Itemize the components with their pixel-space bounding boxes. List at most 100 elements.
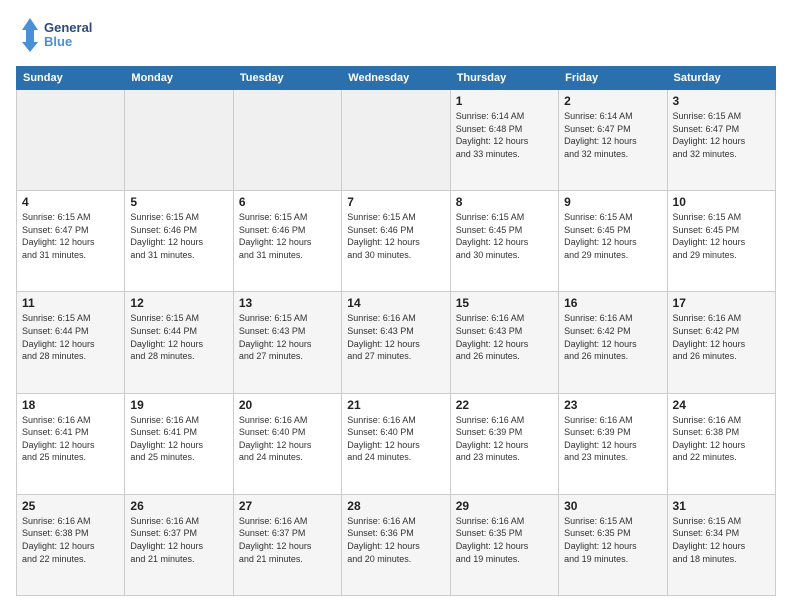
day-info: Sunrise: 6:15 AMSunset: 6:44 PMDaylight:… [130, 312, 227, 362]
calendar-cell: 30 Sunrise: 6:15 AMSunset: 6:35 PMDayligh… [559, 494, 667, 595]
calendar-cell: 6 Sunrise: 6:15 AMSunset: 6:46 PMDaylight… [233, 191, 341, 292]
day-info: Sunrise: 6:16 AMSunset: 6:43 PMDaylight:… [347, 312, 444, 362]
day-number: 16 [564, 296, 661, 310]
calendar-cell: 14 Sunrise: 6:16 AMSunset: 6:43 PMDayligh… [342, 292, 450, 393]
calendar-cell: 31 Sunrise: 6:15 AMSunset: 6:34 PMDayligh… [667, 494, 775, 595]
calendar-cell: 17Sunrise: 6:16 AMSunset: 6:42 PMDayligh… [667, 292, 775, 393]
calendar-cell: 20 Sunrise: 6:16 AMSunset: 6:40 PMDayligh… [233, 393, 341, 494]
day-info: Sunrise: 6:15 AMSunset: 6:45 PMDaylight:… [456, 211, 553, 261]
day-info: Sunrise: 6:15 AMSunset: 6:46 PMDaylight:… [239, 211, 336, 261]
calendar-cell: 16Sunrise: 6:16 AMSunset: 6:42 PMDayligh… [559, 292, 667, 393]
day-number: 30 [564, 499, 661, 513]
day-number: 18 [22, 398, 119, 412]
day-info: Sunrise: 6:15 AMSunset: 6:45 PMDaylight:… [673, 211, 770, 261]
day-number: 12 [130, 296, 227, 310]
day-number: 5 [130, 195, 227, 209]
day-info: Sunrise: 6:16 AMSunset: 6:39 PMDaylight:… [456, 414, 553, 464]
calendar-cell: 22 Sunrise: 6:16 AMSunset: 6:39 PMDayligh… [450, 393, 558, 494]
day-number: 8 [456, 195, 553, 209]
calendar-week-row: 1Sunrise: 6:14 AMSunset: 6:48 PMDaylight… [17, 90, 776, 191]
day-number: 25 [22, 499, 119, 513]
day-info: Sunrise: 6:15 AMSunset: 6:34 PMDaylight:… [673, 515, 770, 565]
calendar-cell [125, 90, 233, 191]
weekday-header: Monday [125, 67, 233, 90]
calendar-cell: 25 Sunrise: 6:16 AMSunset: 6:38 PMDayligh… [17, 494, 125, 595]
day-info: Sunrise: 6:16 AMSunset: 6:35 PMDaylight:… [456, 515, 553, 565]
calendar-cell: 19Sunrise: 6:16 AMSunset: 6:41 PMDayligh… [125, 393, 233, 494]
day-number: 27 [239, 499, 336, 513]
day-number: 4 [22, 195, 119, 209]
weekday-header: Saturday [667, 67, 775, 90]
calendar-cell: 3Sunrise: 6:15 AMSunset: 6:47 PMDaylight… [667, 90, 775, 191]
calendar-cell [342, 90, 450, 191]
day-info: Sunrise: 6:16 AMSunset: 6:36 PMDaylight:… [347, 515, 444, 565]
day-number: 28 [347, 499, 444, 513]
calendar-cell: 28 Sunrise: 6:16 AMSunset: 6:36 PMDayligh… [342, 494, 450, 595]
day-info: Sunrise: 6:16 AMSunset: 6:38 PMDaylight:… [673, 414, 770, 464]
day-number: 14 [347, 296, 444, 310]
day-number: 15 [456, 296, 553, 310]
header: General Blue [16, 16, 776, 56]
day-number: 26 [130, 499, 227, 513]
day-info: Sunrise: 6:16 AMSunset: 6:37 PMDaylight:… [130, 515, 227, 565]
day-number: 20 [239, 398, 336, 412]
day-info: Sunrise: 6:16 AMSunset: 6:41 PMDaylight:… [22, 414, 119, 464]
calendar-cell: 24 Sunrise: 6:16 AMSunset: 6:38 PMDayligh… [667, 393, 775, 494]
calendar-week-row: 25 Sunrise: 6:16 AMSunset: 6:38 PMDayligh… [17, 494, 776, 595]
calendar-cell: 9Sunrise: 6:15 AMSunset: 6:45 PMDaylight… [559, 191, 667, 292]
day-info: Sunrise: 6:16 AMSunset: 6:40 PMDaylight:… [239, 414, 336, 464]
weekday-header: Tuesday [233, 67, 341, 90]
day-info: Sunrise: 6:16 AMSunset: 6:43 PMDaylight:… [456, 312, 553, 362]
day-number: 11 [22, 296, 119, 310]
weekday-header: Friday [559, 67, 667, 90]
calendar: SundayMondayTuesdayWednesdayThursdayFrid… [16, 66, 776, 596]
day-info: Sunrise: 6:15 AMSunset: 6:46 PMDaylight:… [130, 211, 227, 261]
weekday-header: Wednesday [342, 67, 450, 90]
calendar-cell: 11Sunrise: 6:15 AMSunset: 6:44 PMDayligh… [17, 292, 125, 393]
calendar-cell: 1Sunrise: 6:14 AMSunset: 6:48 PMDaylight… [450, 90, 558, 191]
calendar-cell: 27 Sunrise: 6:16 AMSunset: 6:37 PMDayligh… [233, 494, 341, 595]
day-info: Sunrise: 6:15 AMSunset: 6:35 PMDaylight:… [564, 515, 661, 565]
calendar-cell: 21Sunrise: 6:16 AMSunset: 6:40 PMDayligh… [342, 393, 450, 494]
weekday-header: Thursday [450, 67, 558, 90]
day-info: Sunrise: 6:15 AMSunset: 6:45 PMDaylight:… [564, 211, 661, 261]
calendar-cell [17, 90, 125, 191]
day-number: 23 [564, 398, 661, 412]
calendar-cell: 4 Sunrise: 6:15 AMSunset: 6:47 PMDaylight… [17, 191, 125, 292]
day-info: Sunrise: 6:16 AMSunset: 6:39 PMDaylight:… [564, 414, 661, 464]
day-info: Sunrise: 6:16 AMSunset: 6:37 PMDaylight:… [239, 515, 336, 565]
calendar-cell: 2Sunrise: 6:14 AMSunset: 6:47 PMDaylight… [559, 90, 667, 191]
logo: General Blue [16, 16, 111, 56]
day-info: Sunrise: 6:14 AMSunset: 6:48 PMDaylight:… [456, 110, 553, 160]
calendar-cell: 10Sunrise: 6:15 AMSunset: 6:45 PMDayligh… [667, 191, 775, 292]
day-number: 2 [564, 94, 661, 108]
svg-text:Blue: Blue [44, 34, 72, 49]
svg-text:General: General [44, 20, 92, 35]
day-number: 29 [456, 499, 553, 513]
day-number: 13 [239, 296, 336, 310]
day-info: Sunrise: 6:16 AMSunset: 6:40 PMDaylight:… [347, 414, 444, 464]
calendar-header-row: SundayMondayTuesdayWednesdayThursdayFrid… [17, 67, 776, 90]
calendar-week-row: 4 Sunrise: 6:15 AMSunset: 6:47 PMDaylight… [17, 191, 776, 292]
day-number: 22 [456, 398, 553, 412]
weekday-header: Sunday [17, 67, 125, 90]
calendar-cell: 7 Sunrise: 6:15 AMSunset: 6:46 PMDaylight… [342, 191, 450, 292]
day-info: Sunrise: 6:16 AMSunset: 6:38 PMDaylight:… [22, 515, 119, 565]
day-info: Sunrise: 6:15 AMSunset: 6:47 PMDaylight:… [22, 211, 119, 261]
day-info: Sunrise: 6:16 AMSunset: 6:41 PMDaylight:… [130, 414, 227, 464]
day-number: 6 [239, 195, 336, 209]
calendar-cell: 23 Sunrise: 6:16 AMSunset: 6:39 PMDayligh… [559, 393, 667, 494]
day-number: 7 [347, 195, 444, 209]
calendar-cell [233, 90, 341, 191]
day-info: Sunrise: 6:15 AMSunset: 6:47 PMDaylight:… [673, 110, 770, 160]
calendar-week-row: 11 Sunrise: 6:15 AMSunset: 6:44 PMDayligh… [17, 292, 776, 393]
calendar-week-row: 18 Sunrise: 6:16 AMSunset: 6:41 PMDayligh… [17, 393, 776, 494]
logo-svg: General Blue [16, 16, 111, 56]
day-info: Sunrise: 6:16 AMSunset: 6:42 PMDaylight:… [673, 312, 770, 362]
calendar-cell: 29 Sunrise: 6:16 AMSunset: 6:35 PMDayligh… [450, 494, 558, 595]
day-info: Sunrise: 6:15 AMSunset: 6:46 PMDaylight:… [347, 211, 444, 261]
calendar-cell: 15 Sunrise: 6:16 AMSunset: 6:43 PMDayligh… [450, 292, 558, 393]
day-number: 31 [673, 499, 770, 513]
calendar-cell: 18 Sunrise: 6:16 AMSunset: 6:41 PMDayligh… [17, 393, 125, 494]
day-number: 24 [673, 398, 770, 412]
